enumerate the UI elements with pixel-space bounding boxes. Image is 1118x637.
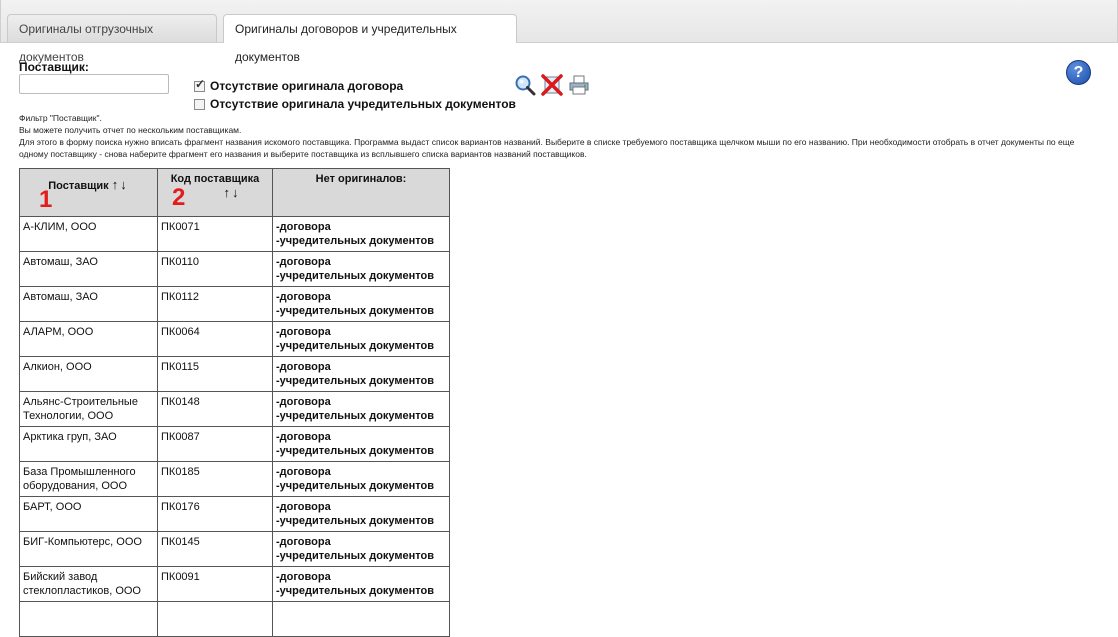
cell-code: ПК0087 <box>157 426 273 462</box>
checkbox-contract-row[interactable]: Отсутствие оригинала договора <box>194 77 404 93</box>
tab-bar: Оригиналы отгрузочных документов Оригина… <box>0 0 1118 64</box>
cell-code: ПК0071 <box>157 216 273 252</box>
cell-missing: -договора -учредительных документов <box>272 531 450 567</box>
description-line-1: Фильтр "Поставщик". <box>19 113 102 123</box>
checkbox-contract[interactable] <box>194 77 205 92</box>
cell-supplier: БИГ-Компьютерс, ООО <box>19 531 158 567</box>
cell-missing: -договора -учредительных документов <box>272 356 450 392</box>
missing-founding-docs: -учредительных документов <box>276 445 435 457</box>
missing-founding-docs: -учредительных документов <box>276 340 435 352</box>
missing-contract: -договора <box>276 256 331 268</box>
table-row[interactable]: Автомаш, ЗАО ПК0112 -договора -учредительны… <box>19 286 450 322</box>
table-row[interactable]: Бийский завод стеклопластиков, ООО ПК0091… <box>19 566 450 602</box>
missing-contract: -договора <box>276 291 331 303</box>
cell-code: ПК0185 <box>157 461 273 497</box>
cell-supplier: Бийский завод стеклопластиков, ООО <box>19 566 158 602</box>
cell-code: ПК0115 <box>157 356 273 392</box>
cell-missing: -договора -учредительных документов <box>272 321 450 357</box>
missing-founding-docs: -учредительных документов <box>276 550 435 562</box>
cell-code: ПК0176 <box>157 496 273 532</box>
table-row[interactable]: БИГ-Компьютерс, ООО ПК0145 -договора -учред… <box>19 531 450 567</box>
supplier-label: Поставщик: <box>19 60 89 74</box>
missing-contract: -договора <box>276 431 331 443</box>
table-row[interactable]: База Промышленного оборудования, ООО ПК01… <box>19 461 450 497</box>
print-icon[interactable] <box>568 74 590 96</box>
cell-missing <box>272 601 450 637</box>
table-row[interactable]: Альянс-Строительные Технологии, ООО ПК014… <box>19 391 450 427</box>
cell-supplier: Автомаш, ЗАО <box>19 251 158 287</box>
clear-filter-icon[interactable] <box>541 74 563 96</box>
table-row[interactable]: БАРТ, ООО ПК0176 -договора -учредительных д… <box>19 496 450 532</box>
cell-missing: -договора -учредительных документов <box>272 461 450 497</box>
cell-missing: -договора -учредительных документов <box>272 426 450 462</box>
missing-founding-docs: -учредительных документов <box>276 585 435 597</box>
checkbox-founding-row[interactable]: Отсутствие оригинала учредительных докум… <box>194 97 516 111</box>
missing-contract: -договора <box>276 361 331 373</box>
missing-founding-docs: -учредительных документов <box>276 515 435 527</box>
cell-missing: -договора -учредительных документов <box>272 251 450 287</box>
missing-founding-docs: -учредительных документов <box>276 480 435 492</box>
cell-supplier <box>19 601 158 637</box>
missing-contract: -договора <box>276 326 331 338</box>
tab-shipping-originals[interactable]: Оригиналы отгрузочных документов <box>7 14 217 64</box>
cell-code: ПК0112 <box>157 286 273 322</box>
supplier-search-input[interactable] <box>19 74 169 94</box>
annotation-mark-2: 2 <box>172 184 186 211</box>
sort-supplier-arrows-icon[interactable]: ↑↓ <box>112 177 129 192</box>
cell-missing: -договора -учредительных документов <box>272 286 450 322</box>
sort-code-arrows-icon[interactable]: ↑↓ <box>224 185 241 200</box>
cell-missing: -договора -учредительных документов <box>272 566 450 602</box>
missing-contract: -договора <box>276 466 331 478</box>
missing-founding-docs: -учредительных документов <box>276 270 435 282</box>
missing-contract: -договора <box>276 501 331 513</box>
cell-supplier: А-КЛИМ, ООО <box>19 216 158 252</box>
suppliers-table: Поставщик ↑↓ Код поставщика ↑↓ Нет ориги… <box>19 168 450 637</box>
filter-description: Фильтр "Поставщик". Вы можете получить о… <box>19 112 1099 160</box>
cell-supplier: Автомаш, ЗАО <box>19 286 158 322</box>
description-line-3: Для этого в форму поиска нужно вписать ф… <box>19 137 1075 159</box>
missing-founding-docs: -учредительных документов <box>276 375 435 387</box>
table-row[interactable]: Арктика груп, ЗАО ПК0087 -договора -учредит… <box>19 426 450 462</box>
cell-code: ПК0148 <box>157 391 273 427</box>
cell-supplier: Арктика груп, ЗАО <box>19 426 158 462</box>
checkbox-founding-label: Отсутствие оригинала учредительных докум… <box>210 97 516 111</box>
cell-supplier: Алкион, ООО <box>19 356 158 392</box>
cell-supplier: База Промышленного оборудования, ООО <box>19 461 158 497</box>
table-row[interactable]: А-КЛИМ, ООО ПК0071 -договора -учредительных… <box>19 216 450 252</box>
annotation-mark-1: 1 <box>39 186 53 213</box>
table-header-row: Поставщик ↑↓ Код поставщика ↑↓ Нет ориги… <box>19 168 450 217</box>
cell-code: ПК0110 <box>157 251 273 287</box>
missing-founding-docs: -учредительных документов <box>276 410 435 422</box>
help-icon[interactable]: ? <box>1066 60 1091 85</box>
cell-code: ПК0064 <box>157 321 273 357</box>
table-row[interactable]: Алкион, ООО ПК0115 -договора -учредительных… <box>19 356 450 392</box>
description-line-2: Вы можете получить отчет по нескольким п… <box>19 125 242 135</box>
cell-missing: -договора -учредительных документов <box>272 391 450 427</box>
missing-contract: -договора <box>276 571 331 583</box>
missing-founding-docs: -учредительных документов <box>276 305 435 317</box>
cell-supplier: АЛАРМ, ООО <box>19 321 158 357</box>
tab-contract-originals[interactable]: Оригиналы договоров и учредительных доку… <box>223 14 517 64</box>
table-row[interactable]: АЛАРМ, ООО ПК0064 -договора -учредительных … <box>19 321 450 357</box>
header-supplier-label: Поставщик <box>48 180 109 192</box>
cell-code: ПК0091 <box>157 566 273 602</box>
cell-missing: -договора -учредительных документов <box>272 496 450 532</box>
table-row[interactable]: Автомаш, ЗАО ПК0110 -договора -учредительны… <box>19 251 450 287</box>
search-icon[interactable] <box>514 74 536 96</box>
cell-code <box>157 601 273 637</box>
cell-supplier: Альянс-Строительные Технологии, ООО <box>19 391 158 427</box>
missing-contract: -договора <box>276 221 331 233</box>
cell-code: ПК0145 <box>157 531 273 567</box>
header-missing: Нет оригиналов: <box>272 168 450 217</box>
checkbox-contract-label: Отсутствие оригинала договора <box>210 79 404 93</box>
missing-founding-docs: -учредительных документов <box>276 235 435 247</box>
missing-contract: -договора <box>276 536 331 548</box>
table-row[interactable] <box>19 601 450 637</box>
checkbox-founding[interactable] <box>194 98 205 110</box>
cell-missing: -договора -учредительных документов <box>272 216 450 252</box>
missing-contract: -договора <box>276 396 331 408</box>
cell-supplier: БАРТ, ООО <box>19 496 158 532</box>
